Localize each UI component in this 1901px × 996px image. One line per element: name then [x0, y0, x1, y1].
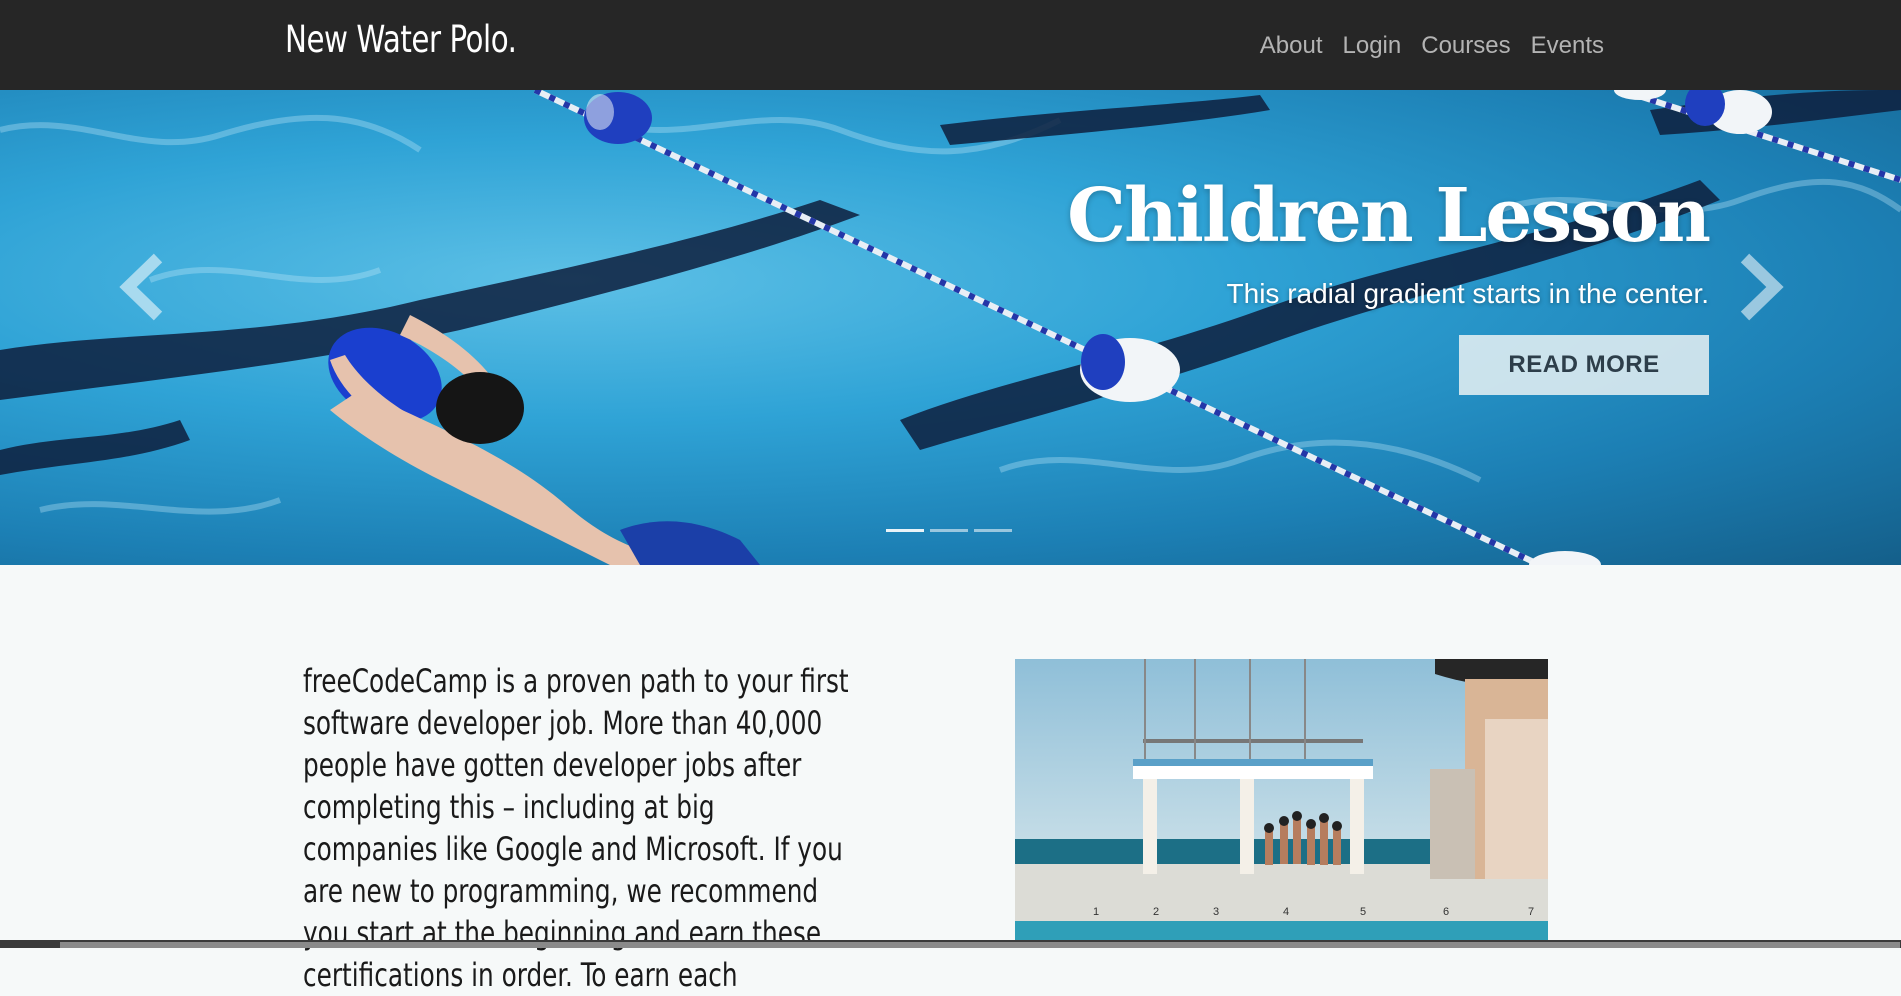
pool-swimmer-image: [0, 90, 1901, 565]
carousel-indicators: [886, 529, 1012, 532]
hero-subtitle: This radial gradient starts in the cente…: [1226, 278, 1709, 309]
svg-text:5: 5: [1360, 906, 1366, 918]
nav-link-about[interactable]: About: [1260, 32, 1323, 60]
navbar: New Water Polo. About Login Courses Even…: [0, 0, 1901, 90]
read-more-button[interactable]: READ MORE: [1459, 335, 1709, 395]
svg-text:7: 7: [1528, 906, 1534, 918]
carousel-indicator[interactable]: [886, 529, 924, 532]
carousel-indicator[interactable]: [974, 529, 1012, 532]
svg-text:1: 1: [1093, 906, 1099, 918]
svg-text:2: 2: [1153, 906, 1159, 918]
svg-text:3: 3: [1213, 906, 1219, 918]
scrollbar-thumb[interactable]: [60, 942, 1900, 948]
carousel-next-icon[interactable]: [1735, 252, 1785, 322]
carousel-indicator[interactable]: [930, 529, 968, 532]
hero-carousel: Children Lesson This radial gradient sta…: [0, 90, 1901, 565]
nav-links: About Login Courses Events: [1260, 32, 1604, 60]
svg-text:4: 4: [1283, 906, 1289, 918]
svg-text:6: 6: [1443, 906, 1449, 918]
nav-link-courses[interactable]: Courses: [1421, 32, 1510, 60]
nav-link-login[interactable]: Login: [1343, 32, 1402, 60]
carousel-prev-icon[interactable]: [118, 252, 168, 322]
brand-logo[interactable]: New Water Polo.: [285, 18, 517, 61]
nav-link-events[interactable]: Events: [1531, 32, 1604, 60]
hero-title: Children Lesson: [1067, 173, 1711, 259]
pool-deck-photo: 1 2 3 4 5 6 7: [1015, 659, 1548, 948]
